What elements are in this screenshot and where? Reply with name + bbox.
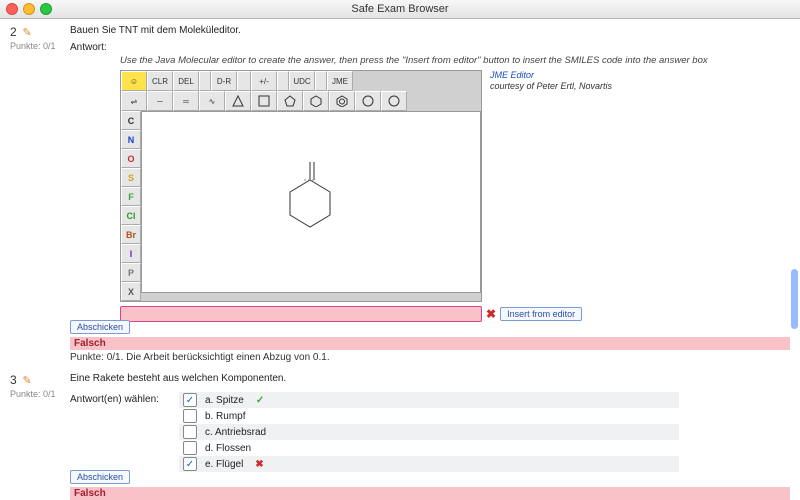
atom-br[interactable]: Br [121, 225, 141, 244]
heptagon-icon[interactable] [355, 91, 381, 111]
square-icon[interactable] [251, 91, 277, 111]
points-label: Punkte: 0/1 [10, 41, 70, 51]
atom-s[interactable]: S [121, 168, 141, 187]
question-2: 2 ✎ Punkte: 0/1 Bauen Sie TNT mit dem Mo… [10, 25, 790, 363]
feedback-text: Punkte: 0/1. Die Arbeit berücksichtigt e… [70, 352, 790, 363]
smiley-icon[interactable]: ☺ [121, 71, 147, 91]
option-b[interactable]: b. Rumpf [179, 408, 679, 424]
minimize-icon[interactable] [23, 3, 35, 15]
option-label: d. Flossen [205, 443, 251, 454]
option-label: e. Flügel [205, 459, 243, 470]
points-label: Punkte: 0/1 [10, 389, 70, 399]
jme-clr-button[interactable]: CLR [147, 71, 173, 91]
checkbox-icon[interactable] [183, 441, 197, 455]
jme-atom-column: C N O S F Cl Br I P X [121, 111, 141, 301]
submit-button[interactable]: Abschicken [70, 320, 130, 334]
answer-label: Antwort: [70, 42, 790, 53]
checkbox-icon[interactable] [183, 393, 197, 407]
octagon-icon[interactable] [381, 91, 407, 111]
jme-del-button[interactable]: DEL [173, 71, 199, 91]
check-icon: ✓ [256, 395, 264, 406]
jme-jme-button[interactable]: JME [327, 71, 353, 91]
option-e[interactable]: e. Flügel ✖ [179, 456, 679, 472]
result-banner: Falsch [70, 337, 790, 350]
atom-i[interactable]: I [121, 244, 141, 263]
atom-f[interactable]: F [121, 187, 141, 206]
question-prompt: Eine Rakete besteht aus welchen Komponen… [70, 373, 790, 384]
molecule-drawing [280, 160, 340, 230]
choose-label: Antwort(en) wählen: [70, 394, 159, 470]
jme-toolbar-top: ☺ CLR DEL D-R +/- UDC JME [121, 71, 481, 91]
cross-icon: ✖ [255, 459, 263, 470]
vertical-scrollbar[interactable] [791, 269, 798, 329]
option-list: a. Spitze ✓ b. Rumpf c. Antriebsrad [179, 392, 679, 472]
atom-c[interactable]: C [121, 111, 141, 130]
atom-p[interactable]: P [121, 263, 141, 282]
option-label: a. Spitze [205, 395, 244, 406]
smiles-answer-input[interactable] [120, 306, 482, 322]
zoom-icon[interactable] [40, 3, 52, 15]
double-bond-icon[interactable]: ═ [173, 91, 199, 111]
checkbox-icon[interactable] [183, 409, 197, 423]
option-label: c. Antriebsrad [205, 427, 266, 438]
pencil-icon[interactable]: ✎ [22, 375, 31, 387]
jme-editor-link[interactable]: JME Editor [490, 70, 534, 80]
atom-o[interactable]: O [121, 149, 141, 168]
option-a[interactable]: a. Spitze ✓ [179, 392, 679, 408]
molecule-canvas[interactable] [141, 111, 481, 293]
traffic-lights [6, 3, 52, 15]
window-title: Safe Exam Browser [351, 3, 448, 15]
single-bond-icon[interactable]: ─ [147, 91, 173, 111]
close-icon[interactable] [6, 3, 18, 15]
option-c[interactable]: c. Antriebsrad [179, 424, 679, 440]
triangle-icon[interactable] [225, 91, 251, 111]
submit-button[interactable]: Abschicken [70, 470, 130, 484]
jme-udc-button[interactable]: UDC [289, 71, 315, 91]
clear-icon[interactable]: ✖ [486, 307, 496, 321]
atom-cl[interactable]: Cl [121, 206, 141, 225]
question-number: 3 [10, 373, 17, 387]
question-prompt: Bauen Sie TNT mit dem Moleküleditor. [70, 25, 790, 36]
window-titlebar: Safe Exam Browser [0, 0, 800, 19]
jme-toolbar-bonds: ⇌ ─ ═ ∿ [121, 91, 481, 111]
jme-dr-button[interactable]: D-R [211, 71, 237, 91]
instructions: Use the Java Molecular editor to create … [120, 55, 790, 66]
stereo-icon[interactable]: ⇌ [121, 91, 147, 111]
result-banner: Falsch [70, 487, 790, 500]
checkbox-icon[interactable] [183, 425, 197, 439]
jme-charge-button[interactable]: +/- [251, 71, 277, 91]
option-label: b. Rumpf [205, 411, 246, 422]
jme-credit: JME Editor courtesy of Peter Ertl, Novar… [490, 70, 612, 92]
question-number: 2 [10, 25, 17, 39]
chain-icon[interactable]: ∿ [199, 91, 225, 111]
option-d[interactable]: d. Flossen [179, 440, 679, 456]
molecule-editor: ☺ CLR DEL D-R +/- UDC JME [120, 70, 790, 302]
insert-from-editor-button[interactable]: Insert from editor [500, 307, 582, 321]
checkbox-icon[interactable] [183, 457, 197, 471]
pencil-icon[interactable]: ✎ [22, 27, 31, 39]
question-3: 3 ✎ Punkte: 0/1 Eine Rakete besteht aus … [10, 373, 790, 500]
pentagon-icon[interactable] [277, 91, 303, 111]
benzene-icon[interactable] [329, 91, 355, 111]
hexagon-icon[interactable] [303, 91, 329, 111]
atom-x[interactable]: X [121, 282, 141, 301]
atom-n[interactable]: N [121, 130, 141, 149]
